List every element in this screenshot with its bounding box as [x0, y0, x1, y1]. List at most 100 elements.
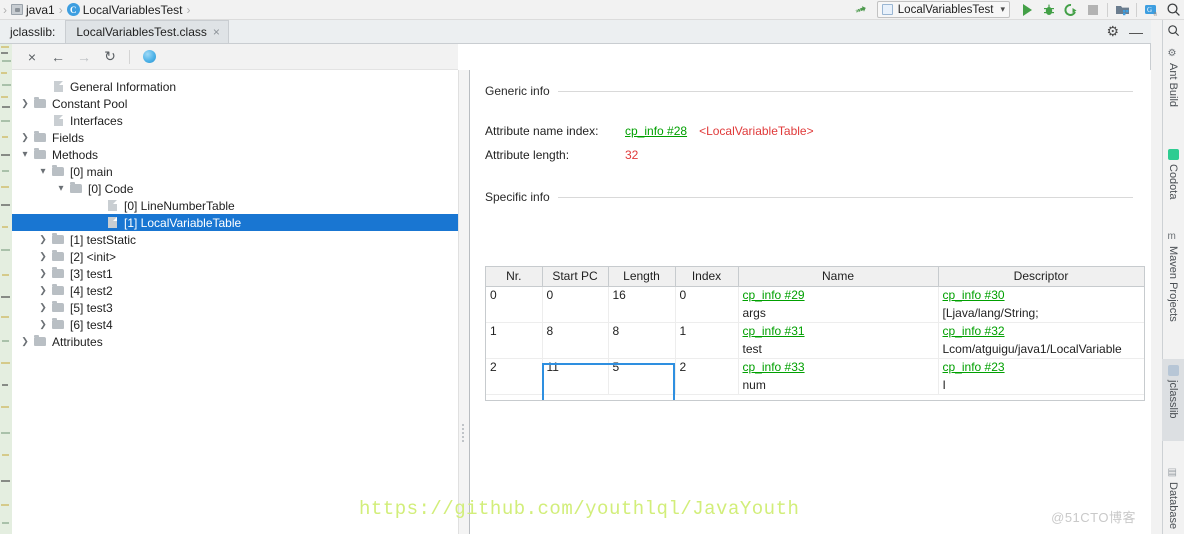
- splitter-handle[interactable]: [462, 422, 467, 444]
- cell-name[interactable]: cp_info #31 test: [738, 322, 938, 358]
- breadcrumb-item-module[interactable]: java1: [10, 0, 56, 20]
- table-column-header[interactable]: Descriptor: [938, 267, 1144, 286]
- tree-node[interactable]: [0] LineNumberTable: [12, 197, 458, 214]
- chevron-down-icon[interactable]: ▾: [1000, 4, 1005, 15]
- right-tab-database[interactable]: ▤Database: [1162, 461, 1184, 534]
- back-button[interactable]: ←: [46, 46, 70, 68]
- table-column-header[interactable]: Index: [675, 267, 738, 286]
- cell-index[interactable]: 0: [675, 286, 738, 322]
- table-row[interactable]: 00160cp_info #29argscp_info #30[Ljava/la…: [486, 286, 1144, 322]
- tree-node[interactable]: [0] Code: [12, 180, 458, 197]
- run-button[interactable]: [1016, 0, 1038, 20]
- chevron-down-icon[interactable]: [18, 149, 32, 160]
- table-row[interactable]: 1881cp_info #31testcp_info #32Lcom/atgui…: [486, 322, 1144, 358]
- panel-splitter[interactable]: [458, 70, 470, 534]
- chevron-right-icon[interactable]: [36, 251, 50, 262]
- chevron-right-icon[interactable]: [18, 132, 32, 143]
- chevron-right-icon[interactable]: [36, 285, 50, 296]
- run-with-coverage-button[interactable]: [1060, 0, 1082, 20]
- debug-button[interactable]: [1038, 0, 1060, 20]
- close-button[interactable]: ×: [20, 46, 44, 68]
- stop-button[interactable]: [1082, 0, 1104, 20]
- chevron-right-icon[interactable]: [36, 302, 50, 313]
- cell-nr[interactable]: 0: [486, 286, 542, 322]
- cell-nr[interactable]: 2: [486, 358, 542, 394]
- tab-localvariablestest-class[interactable]: LocalVariablesTest.class ×: [65, 20, 229, 43]
- right-tab-jclasslib[interactable]: jclasslib: [1162, 359, 1184, 440]
- cell-start-pc[interactable]: 11: [542, 358, 608, 394]
- table-column-header[interactable]: Start PC: [542, 267, 608, 286]
- tree-node[interactable]: [4] test2: [12, 282, 458, 299]
- cp-info-link[interactable]: cp_info #30: [943, 288, 1140, 302]
- tree-node[interactable]: [6] test4: [12, 316, 458, 333]
- cell-name[interactable]: cp_info #33num: [738, 358, 938, 394]
- cell-length[interactable]: 8: [608, 322, 675, 358]
- cp-info-value: test: [743, 342, 934, 356]
- right-tab-label: Ant Build: [1167, 63, 1179, 107]
- translate-button[interactable]: Ga: [1140, 0, 1162, 20]
- cell-name[interactable]: cp_info #29args: [738, 286, 938, 322]
- cell-length[interactable]: 16: [608, 286, 675, 322]
- cp-info-link[interactable]: cp_info #29: [743, 288, 934, 302]
- tree-node[interactable]: General Information: [12, 78, 458, 95]
- right-tab-ant-build[interactable]: ⚙Ant Build: [1162, 42, 1184, 123]
- tree-node[interactable]: Constant Pool: [12, 95, 458, 112]
- search-everywhere-button[interactable]: [1162, 0, 1184, 20]
- table-column-header[interactable]: Length: [608, 267, 675, 286]
- tree-node[interactable]: [0] main: [12, 163, 458, 180]
- search-icon-right[interactable]: [1164, 22, 1182, 38]
- cell-index[interactable]: 1: [675, 322, 738, 358]
- cell-index[interactable]: 2: [675, 358, 738, 394]
- tree-node[interactable]: [2] <init>: [12, 248, 458, 265]
- cell-start-pc[interactable]: 0: [542, 286, 608, 322]
- cp-info-link[interactable]: cp_info #23: [943, 360, 1140, 374]
- table-row[interactable]: 21152cp_info #33numcp_info #23I: [486, 358, 1144, 394]
- attribute-name-index-link[interactable]: cp_info #28: [625, 124, 687, 138]
- coverage-icon: [1064, 3, 1078, 17]
- run-configuration-selector[interactable]: LocalVariablesTest ▾: [877, 1, 1010, 18]
- tree-node[interactable]: Interfaces: [12, 112, 458, 129]
- tree-node[interactable]: [1] LocalVariableTable: [12, 214, 458, 231]
- cell-descriptor[interactable]: cp_info #32Lcom/atguigu/java1/LocalVaria…: [938, 322, 1144, 358]
- right-tab-maven-projects[interactable]: mMaven Projects: [1162, 225, 1184, 339]
- tree-node[interactable]: [3] test1: [12, 265, 458, 282]
- chevron-down-icon[interactable]: [54, 183, 68, 194]
- cp-info-link[interactable]: cp_info #32: [943, 324, 1140, 338]
- local-variable-table-wrapper[interactable]: Nr.Start PCLengthIndexNameDescriptor 001…: [485, 266, 1145, 401]
- tree-node[interactable]: Methods: [12, 146, 458, 163]
- table-column-header[interactable]: Nr.: [486, 267, 542, 286]
- chevron-right-icon[interactable]: [18, 98, 32, 109]
- chevron-right-icon[interactable]: [18, 336, 32, 347]
- cp-info-link[interactable]: cp_info #33: [743, 360, 934, 374]
- cp-info-link[interactable]: cp_info #31: [743, 324, 934, 338]
- close-icon[interactable]: ×: [213, 26, 220, 38]
- cell-nr[interactable]: 1: [486, 322, 542, 358]
- gear-icon[interactable]: ⚙: [1106, 23, 1119, 40]
- chevron-right-icon[interactable]: [36, 268, 50, 279]
- cell-descriptor[interactable]: cp_info #23I: [938, 358, 1144, 394]
- tree-node[interactable]: [5] test3: [12, 299, 458, 316]
- cell-length[interactable]: 5: [608, 358, 675, 394]
- chevron-down-icon[interactable]: [36, 166, 50, 177]
- table-column-header[interactable]: Name: [738, 267, 938, 286]
- breadcrumb-item-class[interactable]: C LocalVariablesTest: [66, 0, 184, 20]
- folder-icon-glyph: [52, 252, 64, 261]
- chevron-right-icon[interactable]: [36, 319, 50, 330]
- cell-descriptor[interactable]: cp_info #30[Ljava/lang/String;: [938, 286, 1144, 322]
- tree-node-label: [6] test4: [66, 318, 113, 332]
- tree-node[interactable]: Fields: [12, 129, 458, 146]
- reload-button[interactable]: ↻: [98, 46, 122, 68]
- cell-start-pc[interactable]: 8: [542, 322, 608, 358]
- project-structure-button[interactable]: [1111, 0, 1133, 20]
- tree-node[interactable]: Attributes: [12, 333, 458, 350]
- tree-node-label: [5] test3: [66, 301, 113, 315]
- chevron-right-icon[interactable]: [36, 234, 50, 245]
- tree-toolbar: × ← → ↻: [12, 44, 458, 70]
- class-structure-tree[interactable]: General InformationConstant PoolInterfac…: [12, 70, 458, 534]
- minimize-icon[interactable]: —: [1129, 28, 1143, 36]
- browse-button[interactable]: [137, 46, 161, 68]
- tree-node[interactable]: [1] testStatic: [12, 231, 458, 248]
- forward-button[interactable]: →: [72, 46, 96, 68]
- right-tab-codota[interactable]: Codota: [1162, 143, 1184, 205]
- breadcrumb-separator-1: ›: [56, 3, 66, 17]
